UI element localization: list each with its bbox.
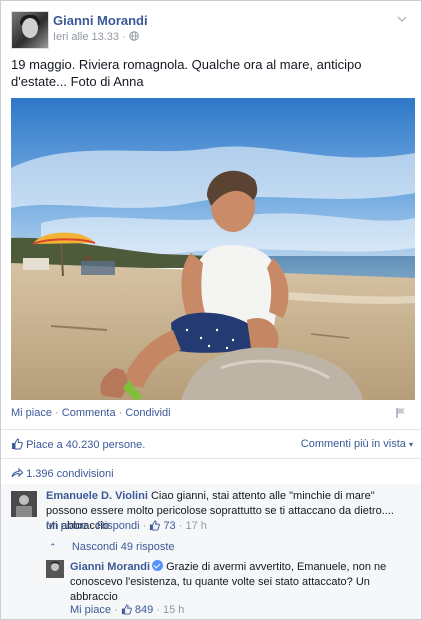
shares-summary[interactable]: 1.396 condivisioni <box>11 467 114 480</box>
share-link[interactable]: Condividi <box>125 407 170 419</box>
comment-link[interactable]: Commenta <box>62 407 116 419</box>
thumbs-up-icon <box>121 604 132 615</box>
post-author[interactable]: Gianni Morandi <box>53 13 148 28</box>
chevron-down-icon[interactable] <box>395 13 409 27</box>
avatar-face <box>22 18 38 38</box>
verified-badge-icon <box>152 560 164 571</box>
post-header: Gianni Morandi Ieri alle 13.33 · <box>11 11 411 51</box>
comment-like-count[interactable]: 73 <box>163 520 175 532</box>
divider <box>1 458 421 459</box>
hide-replies-label: Nascondi 49 risposte <box>71 541 175 553</box>
facebook-post: Gianni Morandi Ieri alle 13.33 · 19 magg… <box>0 0 422 620</box>
author-avatar[interactable] <box>11 11 49 49</box>
caret-down-icon: ▾ <box>408 440 413 449</box>
actions-separator: · <box>118 407 123 419</box>
divider <box>1 429 421 430</box>
globe-icon <box>129 31 139 41</box>
reply-like-count[interactable]: 849 <box>135 604 153 616</box>
beach-photo-illustration <box>11 98 415 400</box>
hide-replies-toggle[interactable]: ⌃ Nascondi 49 risposte <box>49 541 175 553</box>
reply-body: Gianni Morandi Grazie di avermi avvertit… <box>70 560 410 605</box>
shares-count-text[interactable]: 1.396 condivisioni <box>26 468 113 480</box>
comment-time[interactable]: 17 h <box>185 520 206 532</box>
reply-author-avatar[interactable] <box>46 560 64 578</box>
thumbs-up-icon <box>11 438 23 450</box>
reply-author[interactable]: Gianni Morandi <box>70 561 150 573</box>
reply-actions: Mi piace · 849 · 15 h <box>70 604 185 616</box>
post-photo[interactable] <box>11 98 415 400</box>
post-actions: Mi piace · Commenta · Condividi <box>11 407 171 419</box>
thumbs-up-icon <box>149 520 161 531</box>
comment-order-label: Commenti più in vista <box>300 438 406 450</box>
comment-actions: Mi piace · Rispondi · 73 · 17 h <box>46 520 207 532</box>
likes-summary[interactable]: Piace a 40.230 persone. <box>11 438 145 451</box>
comment-order-dropdown[interactable]: Commenti più in vista ▾ <box>301 438 413 450</box>
reply-like-link[interactable]: Mi piace <box>70 604 111 616</box>
comments-section: Emanuele D. Violini Ciao gianni, stai at… <box>1 484 421 619</box>
likes-count-text[interactable]: Piace a 40.230 persone. <box>26 439 145 451</box>
share-arrow-icon <box>11 467 24 479</box>
post-text: 19 maggio. Riviera romagnola. Qualche or… <box>11 57 362 89</box>
flag-icon[interactable] <box>395 406 407 418</box>
post-timestamp[interactable]: Ieri alle 13.33 <box>53 31 119 43</box>
chevron-up-icon: ⌃ <box>49 542 57 552</box>
comment-reply-link[interactable]: Rispondi <box>97 520 140 532</box>
comment-like-link[interactable]: Mi piace <box>46 520 87 532</box>
commenter-avatar[interactable] <box>11 491 37 517</box>
comment-author[interactable]: Emanuele D. Violini <box>46 490 148 502</box>
reply-time[interactable]: 15 h <box>163 604 184 616</box>
post-meta: Ieri alle 13.33 · <box>53 31 139 43</box>
meta-separator: · <box>122 31 126 43</box>
like-link[interactable]: Mi piace <box>11 407 52 419</box>
actions-separator: · <box>55 407 59 419</box>
